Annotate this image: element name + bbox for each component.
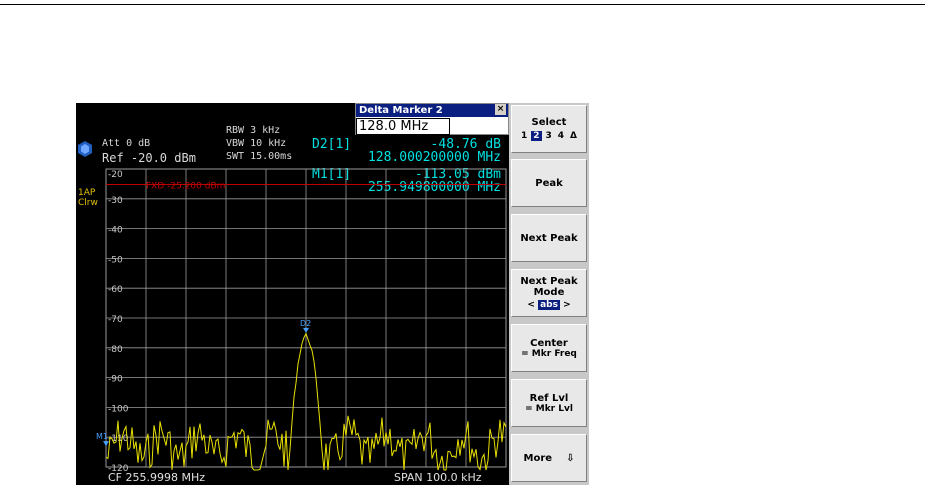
analyzer-screen: Att 0 dB Ref -20.0 dBm RBW 3 kHz VBW 10 … (76, 103, 509, 485)
select-option-delta[interactable]: Δ (568, 131, 579, 141)
mode-value: abs (538, 300, 560, 310)
marker-d2-label: D2 (300, 319, 311, 328)
next-peak-softkey[interactable]: Next Peak (511, 214, 587, 262)
delta-marker-dialog: Delta Marker 2 × 128.0 MHz (355, 103, 509, 135)
y-tick-label: -100 (108, 404, 129, 414)
next-peak-mode-softkey[interactable]: Next Peak Mode < abs > (511, 269, 587, 317)
y-tick-label: -110 (108, 434, 129, 444)
y-tick-label: -90 (108, 375, 123, 385)
softkey-panel: Select 1 2 3 4 Δ Peak Next Peak Next Pea… (509, 103, 589, 485)
spectrum-plot: -20-30-40-50-60-70-80-90-100-110-120FXD … (96, 168, 507, 474)
y-tick-label: -50 (108, 255, 123, 265)
fxd-label: FXD -25.200 dBm (146, 181, 225, 191)
span-readout: SPAN 100.0 kHz (394, 471, 482, 484)
dialog-title: Delta Marker 2 × (356, 104, 508, 117)
mode-right-arrow[interactable]: > (563, 300, 571, 310)
y-tick-label: -20 (108, 170, 123, 180)
marker-m1-label: M1 (96, 432, 108, 441)
center-frequency: CF 255.9998 MHz (108, 471, 206, 484)
marker-d2-icon[interactable] (303, 327, 309, 333)
more-softkey[interactable]: More ⇩ (511, 434, 587, 482)
select-option-2[interactable]: 2 (531, 131, 542, 141)
select-options: 1 2 3 4 Δ (519, 131, 579, 141)
y-tick-label: -40 (108, 226, 123, 236)
y-tick-label: -70 (108, 315, 123, 325)
top-rule (0, 4, 925, 5)
close-icon[interactable]: × (495, 104, 506, 115)
center-mkr-freq-softkey[interactable]: Center = Mkr Freq (511, 324, 587, 372)
mode-left-arrow[interactable]: < (527, 300, 535, 310)
y-tick-label: -80 (108, 345, 123, 355)
delta-marker-input[interactable]: 128.0 MHz (356, 118, 450, 135)
select-option-1[interactable]: 1 (519, 131, 529, 141)
down-arrow-icon: ⇩ (566, 452, 575, 464)
peak-softkey[interactable]: Peak (511, 159, 587, 207)
y-tick-label: -30 (108, 196, 123, 206)
y-tick-label: -60 (108, 285, 123, 295)
select-option-3[interactable]: 3 (544, 131, 554, 141)
select-softkey[interactable]: Select 1 2 3 4 Δ (511, 105, 587, 153)
select-option-4[interactable]: 4 (556, 131, 566, 141)
ref-lvl-mkr-lvl-softkey[interactable]: Ref Lvl = Mkr Lvl (511, 379, 587, 427)
